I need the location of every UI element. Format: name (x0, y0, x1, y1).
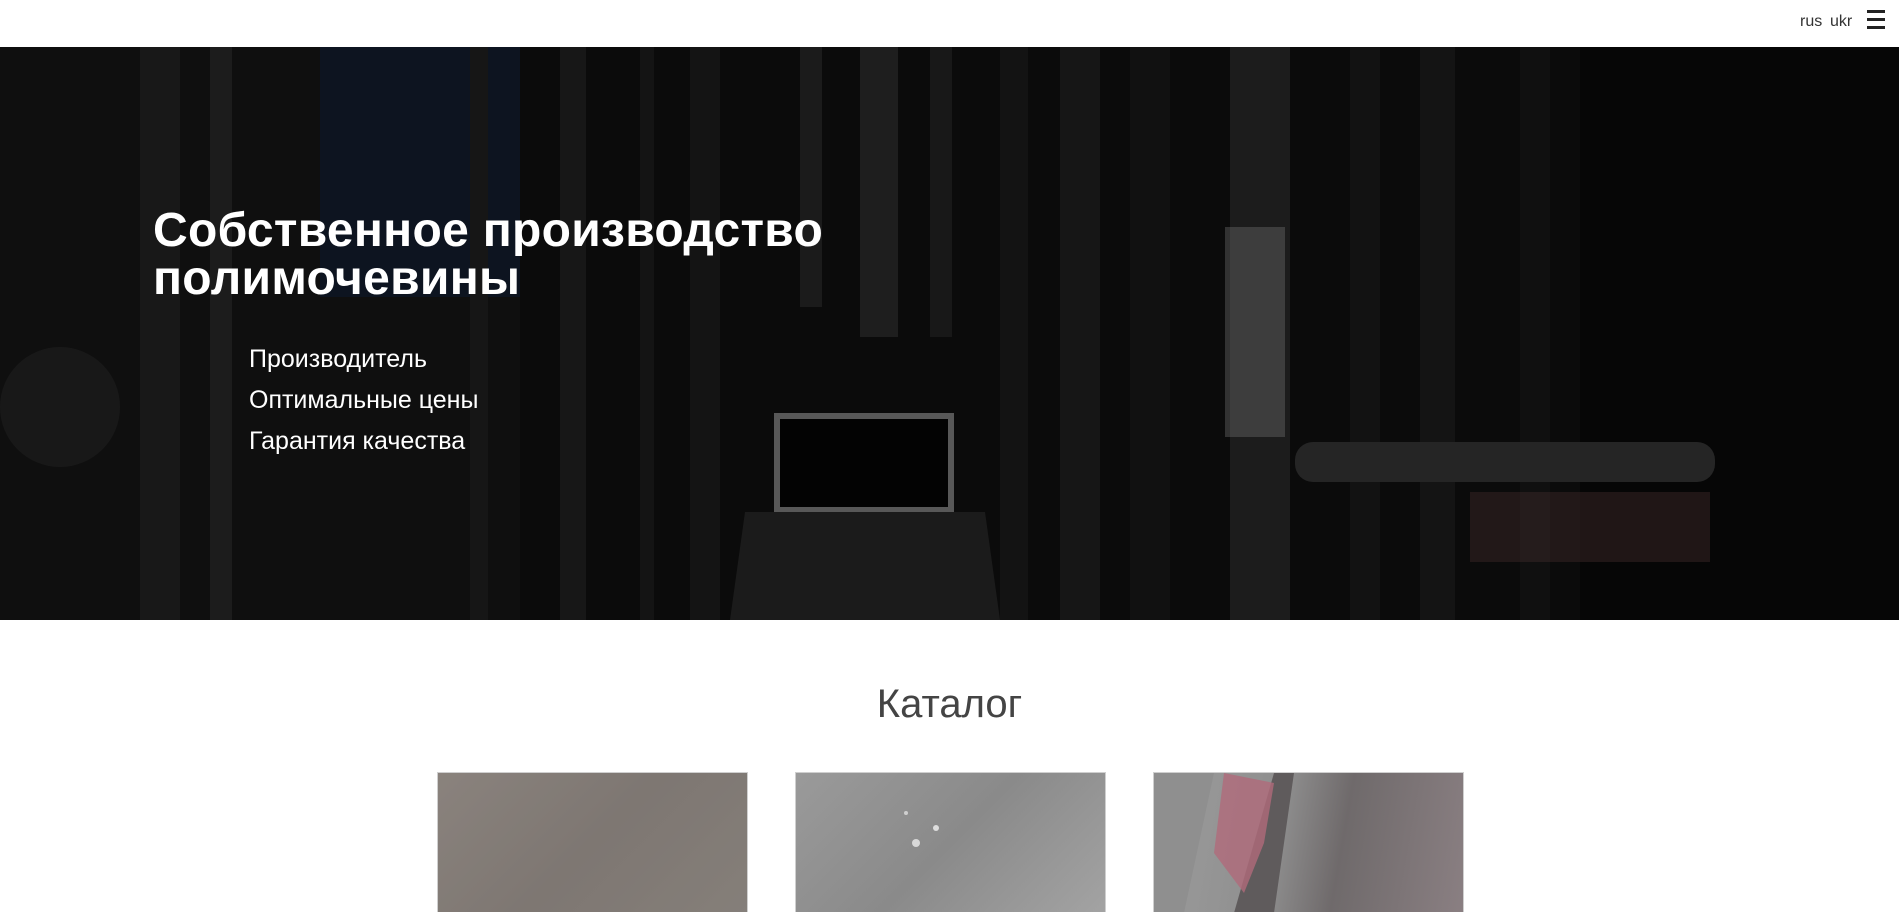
factory-background-image (0, 47, 1899, 620)
lang-ukr-link[interactable]: ukr (1830, 13, 1852, 31)
catalog-title: Каталог (876, 682, 1023, 726)
lang-rus-link[interactable]: rus (1800, 13, 1822, 31)
catalog-item-3[interactable] (1153, 772, 1464, 912)
catalog-item-1[interactable] (437, 772, 748, 912)
hero-title-line1: Собственное производство (153, 204, 824, 257)
catalog-item-image (1154, 773, 1294, 912)
hero-features-list: Производитель Оптимальные цены Гарантия … (249, 339, 478, 462)
feature-item-quality: Гарантия качества (249, 427, 466, 455)
catalog-item-2[interactable] (795, 772, 1106, 912)
catalog-item-image (904, 811, 939, 847)
hero-title: Собственное производство полимочевины (153, 207, 1053, 303)
page: rus ukr Собственное производство полимоч… (0, 0, 1899, 912)
catalog-item-image (438, 773, 747, 912)
feature-item-prices: Оптимальные цены (249, 386, 479, 414)
hero-title-line2: полимочевины (153, 252, 521, 305)
hamburger-menu-icon[interactable] (1867, 10, 1885, 30)
header: rus ukr (0, 0, 1899, 47)
feature-item-manufacturer: Производитель (249, 345, 427, 373)
hero-banner: Собственное производство полимочевины Пр… (0, 47, 1899, 620)
